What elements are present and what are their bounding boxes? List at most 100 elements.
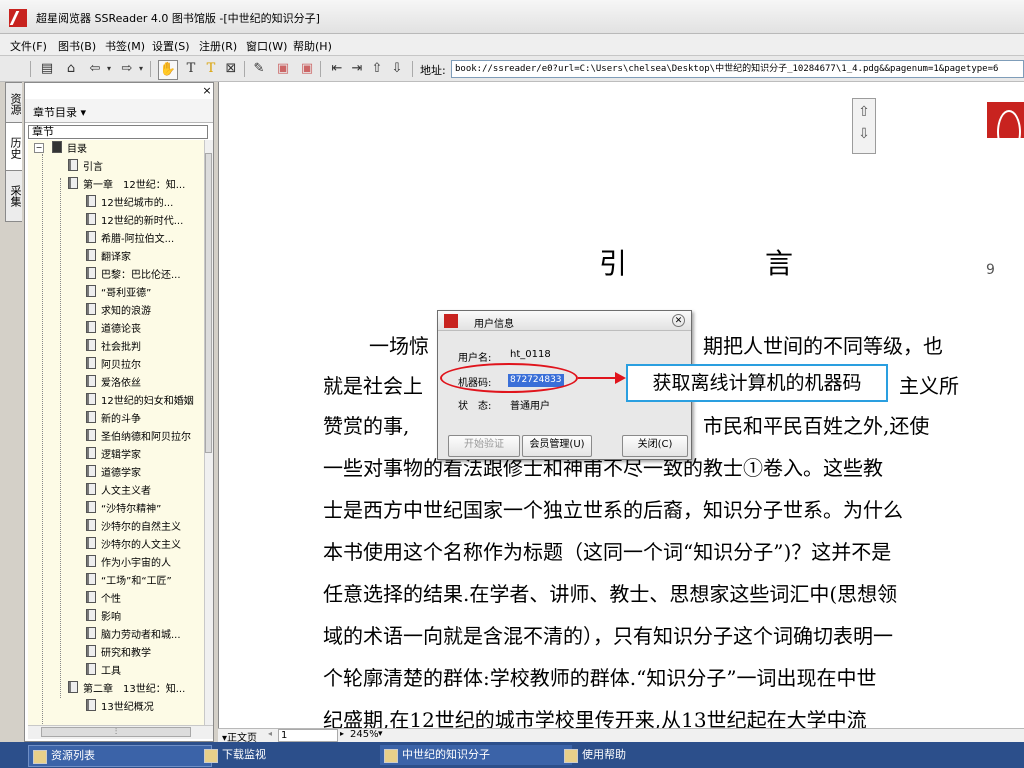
- bookmark-icon[interactable]: ▣: [274, 60, 292, 78]
- text-highlight-icon[interactable]: T: [202, 60, 220, 78]
- tree-item[interactable]: 沙特尔的自然主义: [86, 519, 181, 533]
- last-page-icon[interactable]: ⇥: [348, 60, 366, 78]
- tree-scroll-thumb[interactable]: [205, 153, 212, 453]
- tree-item[interactable]: 作为小宇宙的人: [86, 555, 171, 569]
- forward-arrow-icon[interactable]: ⇨: [118, 60, 136, 78]
- tree-item[interactable]: 圣伯纳德和阿贝拉尔: [86, 429, 191, 443]
- tree-item[interactable]: 道德学家: [86, 465, 141, 479]
- menu-window[interactable]: 窗口(W): [246, 38, 287, 54]
- task-resource-list[interactable]: 资源列表: [28, 745, 212, 767]
- tree-item[interactable]: 脑力劳动者和城...: [86, 627, 181, 641]
- tree-item[interactable]: 巴黎：巴比伦还...: [86, 267, 181, 281]
- pen-icon[interactable]: ✎: [250, 60, 268, 78]
- tree-item[interactable]: “哥利亚德”: [86, 285, 151, 299]
- scroll-down-icon[interactable]: ⇩: [855, 125, 873, 143]
- menu-book[interactable]: 图书(B): [58, 38, 96, 54]
- dialog-title: 用户信息: [474, 319, 514, 330]
- tree-guide-line: [60, 178, 61, 698]
- tree-item[interactable]: 道德论丧: [86, 321, 141, 335]
- address-input[interactable]: book://ssreader/e0?url=C:\Users\chelsea\…: [451, 60, 1024, 78]
- text-select-icon[interactable]: T: [182, 60, 200, 78]
- back-dropdown-icon[interactable]: ▾: [104, 60, 114, 78]
- tree-item-label: 个性: [101, 594, 121, 605]
- side-tab-collect[interactable]: 采集: [5, 170, 22, 222]
- tree-item[interactable]: 翻译家: [86, 249, 131, 263]
- tree-item[interactable]: 沙特尔的人文主义: [86, 537, 181, 551]
- tree-item[interactable]: 求知的浪游: [86, 303, 151, 317]
- tree-item[interactable]: 希腊-阿拉伯文...: [86, 231, 174, 245]
- tree-item-label: 沙特尔的人文主义: [101, 540, 181, 551]
- tree-item[interactable]: 社会批判: [86, 339, 141, 353]
- tree-collapse-icon[interactable]: −: [34, 143, 44, 153]
- forward-dropdown-icon[interactable]: ▾: [136, 60, 146, 78]
- tree-item[interactable]: “沙特尔精神”: [86, 501, 161, 515]
- menu-settings[interactable]: 设置(S): [152, 38, 190, 54]
- tree-guide-line: [42, 154, 43, 724]
- page-heading: 引 言: [599, 247, 849, 280]
- tree-item[interactable]: 个性: [86, 591, 121, 605]
- tree-root[interactable]: − 目录: [34, 141, 87, 155]
- document-status-bar: ▾正文页 ◂ 1 ▸ 245% ▾: [218, 728, 1024, 744]
- task-download-monitor[interactable]: 下载监视: [200, 745, 392, 765]
- tree-item[interactable]: 工具: [86, 663, 121, 677]
- start-verify-button[interactable]: 开始验证: [448, 435, 520, 457]
- tree-item[interactable]: 爱洛依丝: [86, 375, 141, 389]
- tree-item[interactable]: 引言: [68, 159, 103, 173]
- panel-close-icon[interactable]: ×: [201, 85, 213, 97]
- tree-item[interactable]: 12世纪的新时代...: [86, 213, 183, 227]
- tree-item[interactable]: 第二章 13世纪：知...: [68, 681, 185, 695]
- username-label: 用户名:: [458, 353, 492, 364]
- home-icon[interactable]: ⌂: [62, 60, 80, 78]
- page-up-icon[interactable]: ⇧: [368, 60, 386, 78]
- tree-item[interactable]: 第一章 12世纪：知...: [68, 177, 185, 191]
- back-arrow-icon[interactable]: ⇦: [86, 60, 104, 78]
- chapter-dropdown[interactable]: 章节目录 ▾: [33, 104, 86, 120]
- tree-item[interactable]: 研究和教学: [86, 645, 151, 659]
- tree-item[interactable]: “工场”和“工匠”: [86, 573, 172, 587]
- tree-item[interactable]: 12世纪城市的...: [86, 195, 173, 209]
- task-help[interactable]: 使用帮助: [560, 745, 752, 765]
- tree-item[interactable]: 逻辑学家: [86, 447, 141, 461]
- zoom-level[interactable]: 245%: [350, 729, 379, 740]
- member-manage-button[interactable]: 会员管理(U): [522, 435, 592, 457]
- menu-register[interactable]: 注册(R): [199, 38, 237, 54]
- scroll-up-icon[interactable]: ⇧: [855, 103, 873, 121]
- toolbar: ▤ ⌂ ⇦ ▾ ⇨ ▾ ✋ T T ⊠ ✎ ▣ ▣ ⇤ ⇥ ⇧ ⇩ 地址: bo…: [0, 56, 1024, 82]
- hand-tool-icon[interactable]: ✋: [158, 60, 178, 80]
- tab-chapters[interactable]: 章节: [28, 125, 208, 139]
- tree-item-label: 阿贝拉尔: [101, 360, 141, 371]
- menu-help[interactable]: 帮助(H): [293, 38, 332, 54]
- tree-item-label: 道德论丧: [101, 324, 141, 335]
- side-tab-history[interactable]: 历史: [5, 122, 22, 174]
- first-page-icon[interactable]: ⇤: [328, 60, 346, 78]
- page-next-icon[interactable]: ▸: [340, 729, 344, 738]
- book-icon: [52, 141, 62, 153]
- dialog-close-icon[interactable]: ✕: [672, 314, 685, 327]
- menu-file[interactable]: 文件(F): [10, 38, 47, 54]
- side-tab-resources[interactable]: 资源: [5, 82, 22, 126]
- book-icon: [86, 555, 96, 567]
- tree-hscroll-thumb[interactable]: ⫶: [41, 727, 191, 737]
- list-view-icon[interactable]: ▤: [38, 60, 56, 78]
- dialog-close-button[interactable]: 关闭(C): [622, 435, 688, 457]
- tree-item[interactable]: 12世纪的妇女和婚姻: [86, 393, 194, 407]
- zoom-dropdown-icon[interactable]: ▾: [378, 729, 383, 739]
- region-select-icon[interactable]: ⊠: [222, 60, 240, 78]
- note-icon[interactable]: ▣: [298, 60, 316, 78]
- download-icon: [204, 749, 218, 763]
- tree-item[interactable]: 人文主义者: [86, 483, 151, 497]
- page-down-icon[interactable]: ⇩: [388, 60, 406, 78]
- tree-item[interactable]: 影响: [86, 609, 121, 623]
- panel-header: 章节目录 ▾: [25, 99, 213, 123]
- tree-item[interactable]: 阿贝拉尔: [86, 357, 141, 371]
- menu-bookmark[interactable]: 书签(M): [105, 38, 145, 54]
- tree-item-label: 12世纪的妇女和婚姻: [101, 396, 194, 407]
- tree-item[interactable]: 13世纪概况: [86, 699, 154, 713]
- page-number-input[interactable]: 1: [278, 729, 338, 742]
- tree-item[interactable]: 新的斗争: [86, 411, 141, 425]
- body-line: 士是西方中世纪国家一个独立世系的后裔，知识分子世系。为什么: [323, 498, 903, 522]
- task-book[interactable]: 中世纪的知识分子: [380, 745, 572, 765]
- help-book-icon: [564, 749, 578, 763]
- tree-item-label: 沙特尔的自然主义: [101, 522, 181, 533]
- page-prev-icon[interactable]: ◂: [268, 729, 272, 738]
